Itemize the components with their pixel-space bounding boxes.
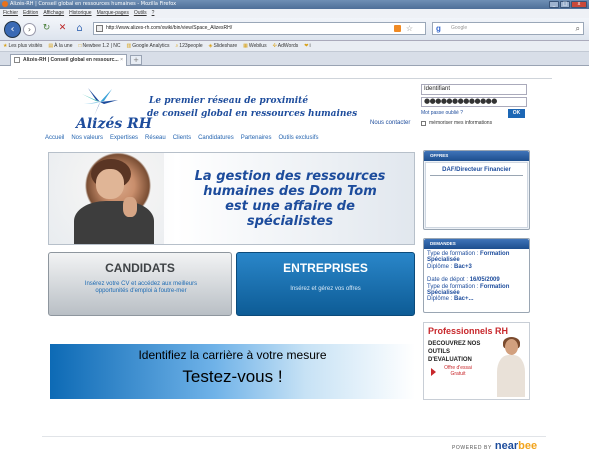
tab-title: Alizés-RH | Conseil global en ressourc..… [23,57,119,63]
nav-outils-exclusifs[interactable]: Outils exclusifs [278,135,318,141]
career-test-banner[interactable]: Identifiez la carrière à votre mesure Te… [50,344,415,399]
site-nav: Accueil Nos valeurs Expertises Réseau Cl… [45,135,318,141]
candidats-subtitle: Insérez votre CV et accédez aux meilleur… [84,281,198,294]
navigation-toolbar: ‹ › ↻ ✕ ⌂ http://www.alizes-rh.com/xwiki… [0,18,589,41]
forward-button[interactable]: › [23,23,36,36]
demande-item[interactable]: Type de formation : Formation Spécialisé… [424,249,529,270]
candidats-button[interactable]: CANDIDATS Insérez votre CV et accédez au… [48,252,232,316]
tab-favicon [14,57,20,63]
demandes-header: DEMANDES [424,239,529,249]
header-divider [18,78,552,79]
site-logo[interactable]: Alizés RH [76,116,152,132]
menu-fichier[interactable]: Fichier [3,9,18,18]
hero-text: La gestion des ressources humaines des D… [194,169,386,229]
bookmark-adwords[interactable]: ✣AdWords [273,41,299,51]
nav-partenaires[interactable]: Partenaires [241,135,272,141]
entreprises-title: ENTREPRISES [283,261,368,275]
google-icon[interactable]: g [436,24,441,33]
ad-offer[interactable]: Offre d'essai Gratuit [438,365,478,377]
nav-reseau[interactable]: Réseau [145,135,166,141]
nav-nos-valeurs[interactable]: Nos valeurs [71,135,103,141]
nav-candidatures[interactable]: Candidatures [198,135,234,141]
remember-me[interactable]: mémoriser mes informations [421,120,492,126]
new-tab-button[interactable]: + [130,55,142,65]
offre-item[interactable]: DAF/Directeur Financier [430,167,523,176]
bookmark-123people[interactable]: ⌕123people [175,41,202,51]
menu-marque-pages[interactable]: Marque-pages [97,9,129,18]
contact-link[interactable]: Nous contacter [370,120,410,126]
login-ok-button[interactable]: OK [508,109,525,118]
pro-rh-ad[interactable]: Professionnels RH DECOUVREZ NOS OUTILS D… [423,322,530,400]
nav-accueil[interactable]: Accueil [45,135,64,141]
hero-photo [49,153,164,244]
menu-historique[interactable]: Historique [69,9,92,18]
back-button[interactable]: ‹ [4,21,21,38]
remember-checkbox[interactable] [421,120,426,126]
window-titlebar: Alizés-RH | Conseil global en ressources… [0,0,589,9]
bookmark-newbee[interactable]: □Newbee 1.2 | NC [78,41,120,51]
banner-line-1: Identifiez la carrière à votre mesure [138,348,327,362]
maximize-button[interactable]: □ [560,1,570,8]
demande-item[interactable]: Date de dépot : 16/05/2009 Type de forma… [424,275,529,303]
firefox-icon [2,1,8,7]
bookmark-webilus[interactable]: ▦Webilus [243,41,266,51]
window-title: Alizés-RH | Conseil global en ressources… [10,1,177,7]
powered-label: POWERED BY [452,445,492,451]
minimize-button[interactable]: _ [549,1,559,8]
entreprises-button[interactable]: ENTREPRISES Insérez et gérez vos offres [236,252,415,316]
tagline-line-2: de conseil global en ressources humaines [147,109,358,119]
reload-button[interactable]: ↻ [40,23,53,36]
offres-list: DAF/Directeur Financier [425,162,528,228]
tagline-line-1: Le premier réseau de proximité [149,96,309,106]
home-button[interactable]: ⌂ [73,23,86,36]
search-icon[interactable]: ⌕ [576,23,580,34]
logo-star-icon[interactable] [74,86,126,118]
search-placeholder: Google [451,25,468,31]
menu-outils[interactable]: Outils [134,9,147,18]
banner-line-2: Testez-vous ! [182,367,283,386]
menu-bar: Fichier Edition Affichage Historique Mar… [0,9,589,18]
url-text: http://www.alizes-rh.com/xwiki/bin/view/… [106,25,233,31]
remember-label: mémoriser mes informations [429,120,493,126]
menu-help[interactable]: ? [152,9,155,18]
browser-tab[interactable]: Alizés-RH | Conseil global en ressourc..… [10,54,127,66]
nearbee-logo[interactable]: nearbee [495,440,537,452]
bookmarks-bar: ★Les plus visités ▤À la une □Newbee 1.2 … [0,41,589,52]
entreprises-subtitle: Insérez et gérez vos offres [290,286,361,292]
site-favicon [96,25,103,32]
close-tab-icon[interactable]: × [120,55,123,66]
username-field[interactable]: Identifiant [421,84,527,95]
ad-text: DECOUVREZ NOS OUTILS D'EVALUATION [428,341,481,363]
offres-panel: OFFRES DAF/Directeur Financier [423,150,530,230]
forgot-password-link[interactable]: Mot passe oublié ? [421,110,463,116]
bookmark-a-la-une[interactable]: ▤À la une [48,41,72,51]
url-bar[interactable]: http://www.alizes-rh.com/xwiki/bin/view/… [93,22,426,35]
window-controls: _ □ x [549,1,587,8]
star-icon[interactable]: ☆ [406,23,413,34]
footer-divider [42,436,546,437]
ad-title: Professionnels RH [428,326,509,336]
bookmark-google-analytics[interactable]: ▥Google Analytics [127,41,170,51]
rss-icon[interactable] [394,25,401,32]
nav-clients[interactable]: Clients [173,135,191,141]
stop-button[interactable]: ✕ [56,23,69,36]
arrow-right-icon [431,368,436,376]
bookmark-slideshare[interactable]: ◈Slideshare [209,41,238,51]
bookmark-i[interactable]: ❤i [304,41,310,51]
search-box[interactable]: g Google ⌕ [432,22,584,35]
nav-expertises[interactable]: Expertises [110,135,138,141]
demandes-panel: DEMANDES Type de formation : Formation S… [423,238,530,313]
ad-photo [497,337,525,397]
tab-bar: Alizés-RH | Conseil global en ressourc..… [0,52,589,66]
menu-edition[interactable]: Edition [23,9,38,18]
menu-affichage[interactable]: Affichage [43,9,64,18]
close-button[interactable]: x [571,1,587,8]
candidats-title: CANDIDATS [105,261,175,275]
offres-header: OFFRES [424,151,529,161]
bookmark-most-visited[interactable]: ★Les plus visités [3,41,42,51]
powered-by[interactable]: POWERED BY nearbee [452,440,537,452]
password-field[interactable]: ●●●●●●●●●●●●● [421,97,527,107]
